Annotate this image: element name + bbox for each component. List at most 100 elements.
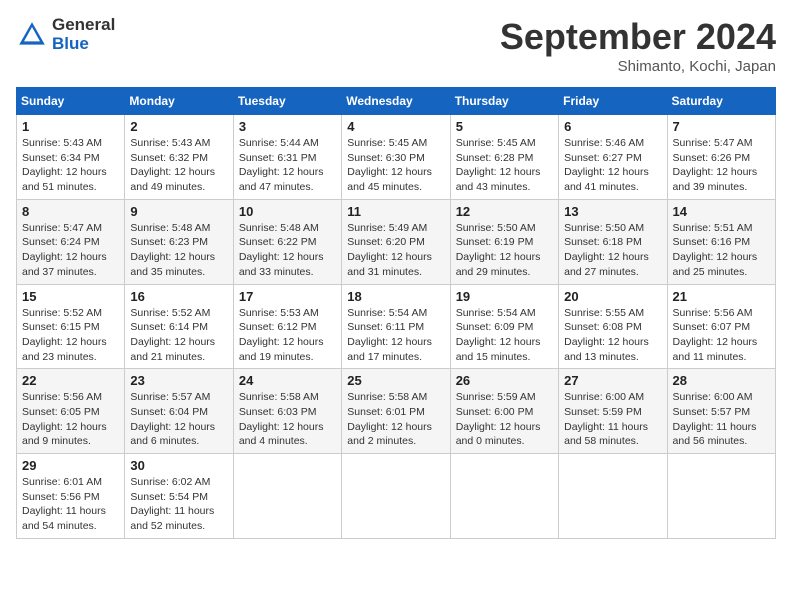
calendar-table: Sunday Monday Tuesday Wednesday Thursday… — [16, 87, 776, 539]
table-row: 22 Sunrise: 5:56 AM Sunset: 6:05 PM Dayl… — [17, 369, 125, 454]
table-row: 15 Sunrise: 5:52 AM Sunset: 6:15 PM Dayl… — [17, 284, 125, 369]
table-row: 27 Sunrise: 6:00 AM Sunset: 5:59 PM Dayl… — [559, 369, 667, 454]
table-row: 6 Sunrise: 5:46 AM Sunset: 6:27 PM Dayli… — [559, 115, 667, 200]
table-row: 8 Sunrise: 5:47 AM Sunset: 6:24 PM Dayli… — [17, 199, 125, 284]
day-info: Sunrise: 5:44 AM Sunset: 6:31 PM Dayligh… — [239, 136, 336, 195]
day-info: Sunrise: 5:47 AM Sunset: 6:26 PM Dayligh… — [673, 136, 770, 195]
table-row: 2 Sunrise: 5:43 AM Sunset: 6:32 PM Dayli… — [125, 115, 233, 200]
day-number: 7 — [673, 119, 770, 134]
title-block: September 2024 Shimanto, Kochi, Japan — [500, 16, 776, 75]
day-number: 2 — [130, 119, 227, 134]
table-row: 24 Sunrise: 5:58 AM Sunset: 6:03 PM Dayl… — [233, 369, 341, 454]
day-info: Sunrise: 5:57 AM Sunset: 6:04 PM Dayligh… — [130, 390, 227, 449]
logo: General Blue — [16, 16, 115, 53]
table-row: 1 Sunrise: 5:43 AM Sunset: 6:34 PM Dayli… — [17, 115, 125, 200]
calendar-week-row: 1 Sunrise: 5:43 AM Sunset: 6:34 PM Dayli… — [17, 115, 776, 200]
table-row: 13 Sunrise: 5:50 AM Sunset: 6:18 PM Dayl… — [559, 199, 667, 284]
location: Shimanto, Kochi, Japan — [500, 58, 776, 75]
day-number: 6 — [564, 119, 661, 134]
day-number: 26 — [456, 373, 553, 388]
day-info: Sunrise: 6:00 AM Sunset: 5:57 PM Dayligh… — [673, 390, 770, 449]
day-info: Sunrise: 5:45 AM Sunset: 6:30 PM Dayligh… — [347, 136, 444, 195]
header-tuesday: Tuesday — [233, 88, 341, 115]
day-number: 18 — [347, 289, 444, 304]
logo-general: General — [52, 16, 115, 35]
table-row: 30 Sunrise: 6:02 AM Sunset: 5:54 PM Dayl… — [125, 454, 233, 539]
day-number: 4 — [347, 119, 444, 134]
day-number: 3 — [239, 119, 336, 134]
day-number: 19 — [456, 289, 553, 304]
day-number: 14 — [673, 204, 770, 219]
table-row: 25 Sunrise: 5:58 AM Sunset: 6:01 PM Dayl… — [342, 369, 450, 454]
table-row: 21 Sunrise: 5:56 AM Sunset: 6:07 PM Dayl… — [667, 284, 775, 369]
day-number: 9 — [130, 204, 227, 219]
day-number: 30 — [130, 458, 227, 473]
day-info: Sunrise: 5:52 AM Sunset: 6:15 PM Dayligh… — [22, 306, 119, 365]
day-number: 5 — [456, 119, 553, 134]
table-row: 18 Sunrise: 5:54 AM Sunset: 6:11 PM Dayl… — [342, 284, 450, 369]
day-info: Sunrise: 5:43 AM Sunset: 6:32 PM Dayligh… — [130, 136, 227, 195]
header-friday: Friday — [559, 88, 667, 115]
day-info: Sunrise: 5:48 AM Sunset: 6:22 PM Dayligh… — [239, 221, 336, 280]
month-title: September 2024 — [500, 16, 776, 58]
day-number: 16 — [130, 289, 227, 304]
table-row: 4 Sunrise: 5:45 AM Sunset: 6:30 PM Dayli… — [342, 115, 450, 200]
day-info: Sunrise: 5:46 AM Sunset: 6:27 PM Dayligh… — [564, 136, 661, 195]
table-row: 5 Sunrise: 5:45 AM Sunset: 6:28 PM Dayli… — [450, 115, 558, 200]
day-info: Sunrise: 5:49 AM Sunset: 6:20 PM Dayligh… — [347, 221, 444, 280]
header-monday: Monday — [125, 88, 233, 115]
empty-cell — [233, 454, 341, 539]
table-row: 28 Sunrise: 6:00 AM Sunset: 5:57 PM Dayl… — [667, 369, 775, 454]
empty-cell — [342, 454, 450, 539]
day-number: 25 — [347, 373, 444, 388]
calendar-week-row: 22 Sunrise: 5:56 AM Sunset: 6:05 PM Dayl… — [17, 369, 776, 454]
table-row: 3 Sunrise: 5:44 AM Sunset: 6:31 PM Dayli… — [233, 115, 341, 200]
day-info: Sunrise: 5:45 AM Sunset: 6:28 PM Dayligh… — [456, 136, 553, 195]
day-info: Sunrise: 5:55 AM Sunset: 6:08 PM Dayligh… — [564, 306, 661, 365]
day-number: 8 — [22, 204, 119, 219]
table-row: 16 Sunrise: 5:52 AM Sunset: 6:14 PM Dayl… — [125, 284, 233, 369]
day-info: Sunrise: 5:50 AM Sunset: 6:19 PM Dayligh… — [456, 221, 553, 280]
day-number: 11 — [347, 204, 444, 219]
table-row: 7 Sunrise: 5:47 AM Sunset: 6:26 PM Dayli… — [667, 115, 775, 200]
day-info: Sunrise: 5:56 AM Sunset: 6:05 PM Dayligh… — [22, 390, 119, 449]
day-info: Sunrise: 6:01 AM Sunset: 5:56 PM Dayligh… — [22, 475, 119, 534]
day-number: 15 — [22, 289, 119, 304]
day-number: 28 — [673, 373, 770, 388]
empty-cell — [667, 454, 775, 539]
day-info: Sunrise: 5:59 AM Sunset: 6:00 PM Dayligh… — [456, 390, 553, 449]
day-info: Sunrise: 5:56 AM Sunset: 6:07 PM Dayligh… — [673, 306, 770, 365]
day-number: 12 — [456, 204, 553, 219]
header-sunday: Sunday — [17, 88, 125, 115]
header-wednesday: Wednesday — [342, 88, 450, 115]
day-info: Sunrise: 5:48 AM Sunset: 6:23 PM Dayligh… — [130, 221, 227, 280]
day-number: 1 — [22, 119, 119, 134]
logo-blue: Blue — [52, 35, 115, 54]
table-row: 19 Sunrise: 5:54 AM Sunset: 6:09 PM Dayl… — [450, 284, 558, 369]
table-row: 20 Sunrise: 5:55 AM Sunset: 6:08 PM Dayl… — [559, 284, 667, 369]
table-row: 10 Sunrise: 5:48 AM Sunset: 6:22 PM Dayl… — [233, 199, 341, 284]
calendar-week-row: 15 Sunrise: 5:52 AM Sunset: 6:15 PM Dayl… — [17, 284, 776, 369]
day-info: Sunrise: 6:00 AM Sunset: 5:59 PM Dayligh… — [564, 390, 661, 449]
day-info: Sunrise: 5:58 AM Sunset: 6:01 PM Dayligh… — [347, 390, 444, 449]
day-number: 13 — [564, 204, 661, 219]
table-row: 11 Sunrise: 5:49 AM Sunset: 6:20 PM Dayl… — [342, 199, 450, 284]
day-info: Sunrise: 6:02 AM Sunset: 5:54 PM Dayligh… — [130, 475, 227, 534]
empty-cell — [559, 454, 667, 539]
calendar-header-row: Sunday Monday Tuesday Wednesday Thursday… — [17, 88, 776, 115]
day-info: Sunrise: 5:50 AM Sunset: 6:18 PM Dayligh… — [564, 221, 661, 280]
day-number: 23 — [130, 373, 227, 388]
day-number: 29 — [22, 458, 119, 473]
table-row: 23 Sunrise: 5:57 AM Sunset: 6:04 PM Dayl… — [125, 369, 233, 454]
calendar-week-row: 29 Sunrise: 6:01 AM Sunset: 5:56 PM Dayl… — [17, 454, 776, 539]
page-header: General Blue September 2024 Shimanto, Ko… — [16, 16, 776, 75]
day-info: Sunrise: 5:47 AM Sunset: 6:24 PM Dayligh… — [22, 221, 119, 280]
day-info: Sunrise: 5:52 AM Sunset: 6:14 PM Dayligh… — [130, 306, 227, 365]
table-row: 12 Sunrise: 5:50 AM Sunset: 6:19 PM Dayl… — [450, 199, 558, 284]
empty-cell — [450, 454, 558, 539]
day-info: Sunrise: 5:51 AM Sunset: 6:16 PM Dayligh… — [673, 221, 770, 280]
day-info: Sunrise: 5:58 AM Sunset: 6:03 PM Dayligh… — [239, 390, 336, 449]
day-number: 10 — [239, 204, 336, 219]
calendar-week-row: 8 Sunrise: 5:47 AM Sunset: 6:24 PM Dayli… — [17, 199, 776, 284]
header-thursday: Thursday — [450, 88, 558, 115]
